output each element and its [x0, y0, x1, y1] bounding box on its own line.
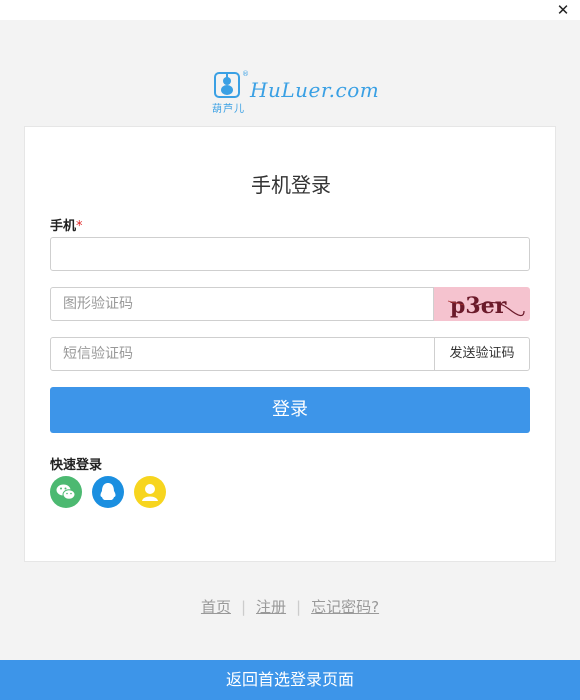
link-separator: |: [240, 598, 247, 616]
guest-login-button[interactable]: [134, 476, 166, 508]
register-link[interactable]: 注册: [256, 598, 286, 616]
sms-code-input[interactable]: 短信验证码: [50, 337, 435, 371]
send-sms-button[interactable]: 发送验证码: [434, 337, 530, 371]
captcha-input[interactable]: 图形验证码: [50, 287, 434, 321]
logo: ® 葫芦儿 HuLuer.com: [212, 70, 379, 130]
logo-chinese-text: 葫芦儿: [212, 104, 245, 115]
close-button[interactable]: ✕: [554, 1, 572, 19]
captcha-graphic: p3er: [447, 293, 525, 319]
registered-mark: ®: [242, 70, 249, 78]
forgot-password-link[interactable]: 忘记密码?: [311, 598, 379, 616]
login-card: 手机登录 手机* 图形验证码 p3er 短信验证码 发送验证码 登录 快速登录: [24, 126, 556, 562]
page-title: 手机登录: [251, 173, 331, 197]
quick-login-label: 快速登录: [50, 458, 103, 473]
phone-label: 手机*: [50, 215, 83, 234]
login-page: ® 葫芦儿 HuLuer.com 手机登录 手机* 图形验证码 p3er 短信验…: [0, 20, 580, 660]
qq-login-button[interactable]: [92, 476, 124, 508]
captcha-image[interactable]: p3er: [434, 287, 530, 321]
phone-label-text: 手机: [50, 219, 77, 234]
gourd-logo-icon: [214, 72, 240, 98]
captcha-code-text: p3er: [450, 293, 507, 319]
logo-english-text: HuLuer.com: [250, 78, 380, 102]
phone-input[interactable]: [50, 237, 530, 271]
back-to-login-button[interactable]: 返回首选登录页面: [0, 660, 580, 700]
required-mark: *: [76, 219, 83, 234]
user-icon: [142, 484, 158, 501]
footer-links: 首页 | 注册 | 忘记密码?: [0, 596, 580, 617]
wechat-login-button[interactable]: [50, 476, 82, 508]
home-link[interactable]: 首页: [201, 598, 231, 616]
link-separator: |: [296, 598, 302, 616]
qq-icon: [100, 483, 116, 500]
wechat-icon: [56, 484, 76, 500]
login-button[interactable]: 登录: [50, 387, 530, 433]
window-titlebar: ✕: [0, 0, 580, 20]
